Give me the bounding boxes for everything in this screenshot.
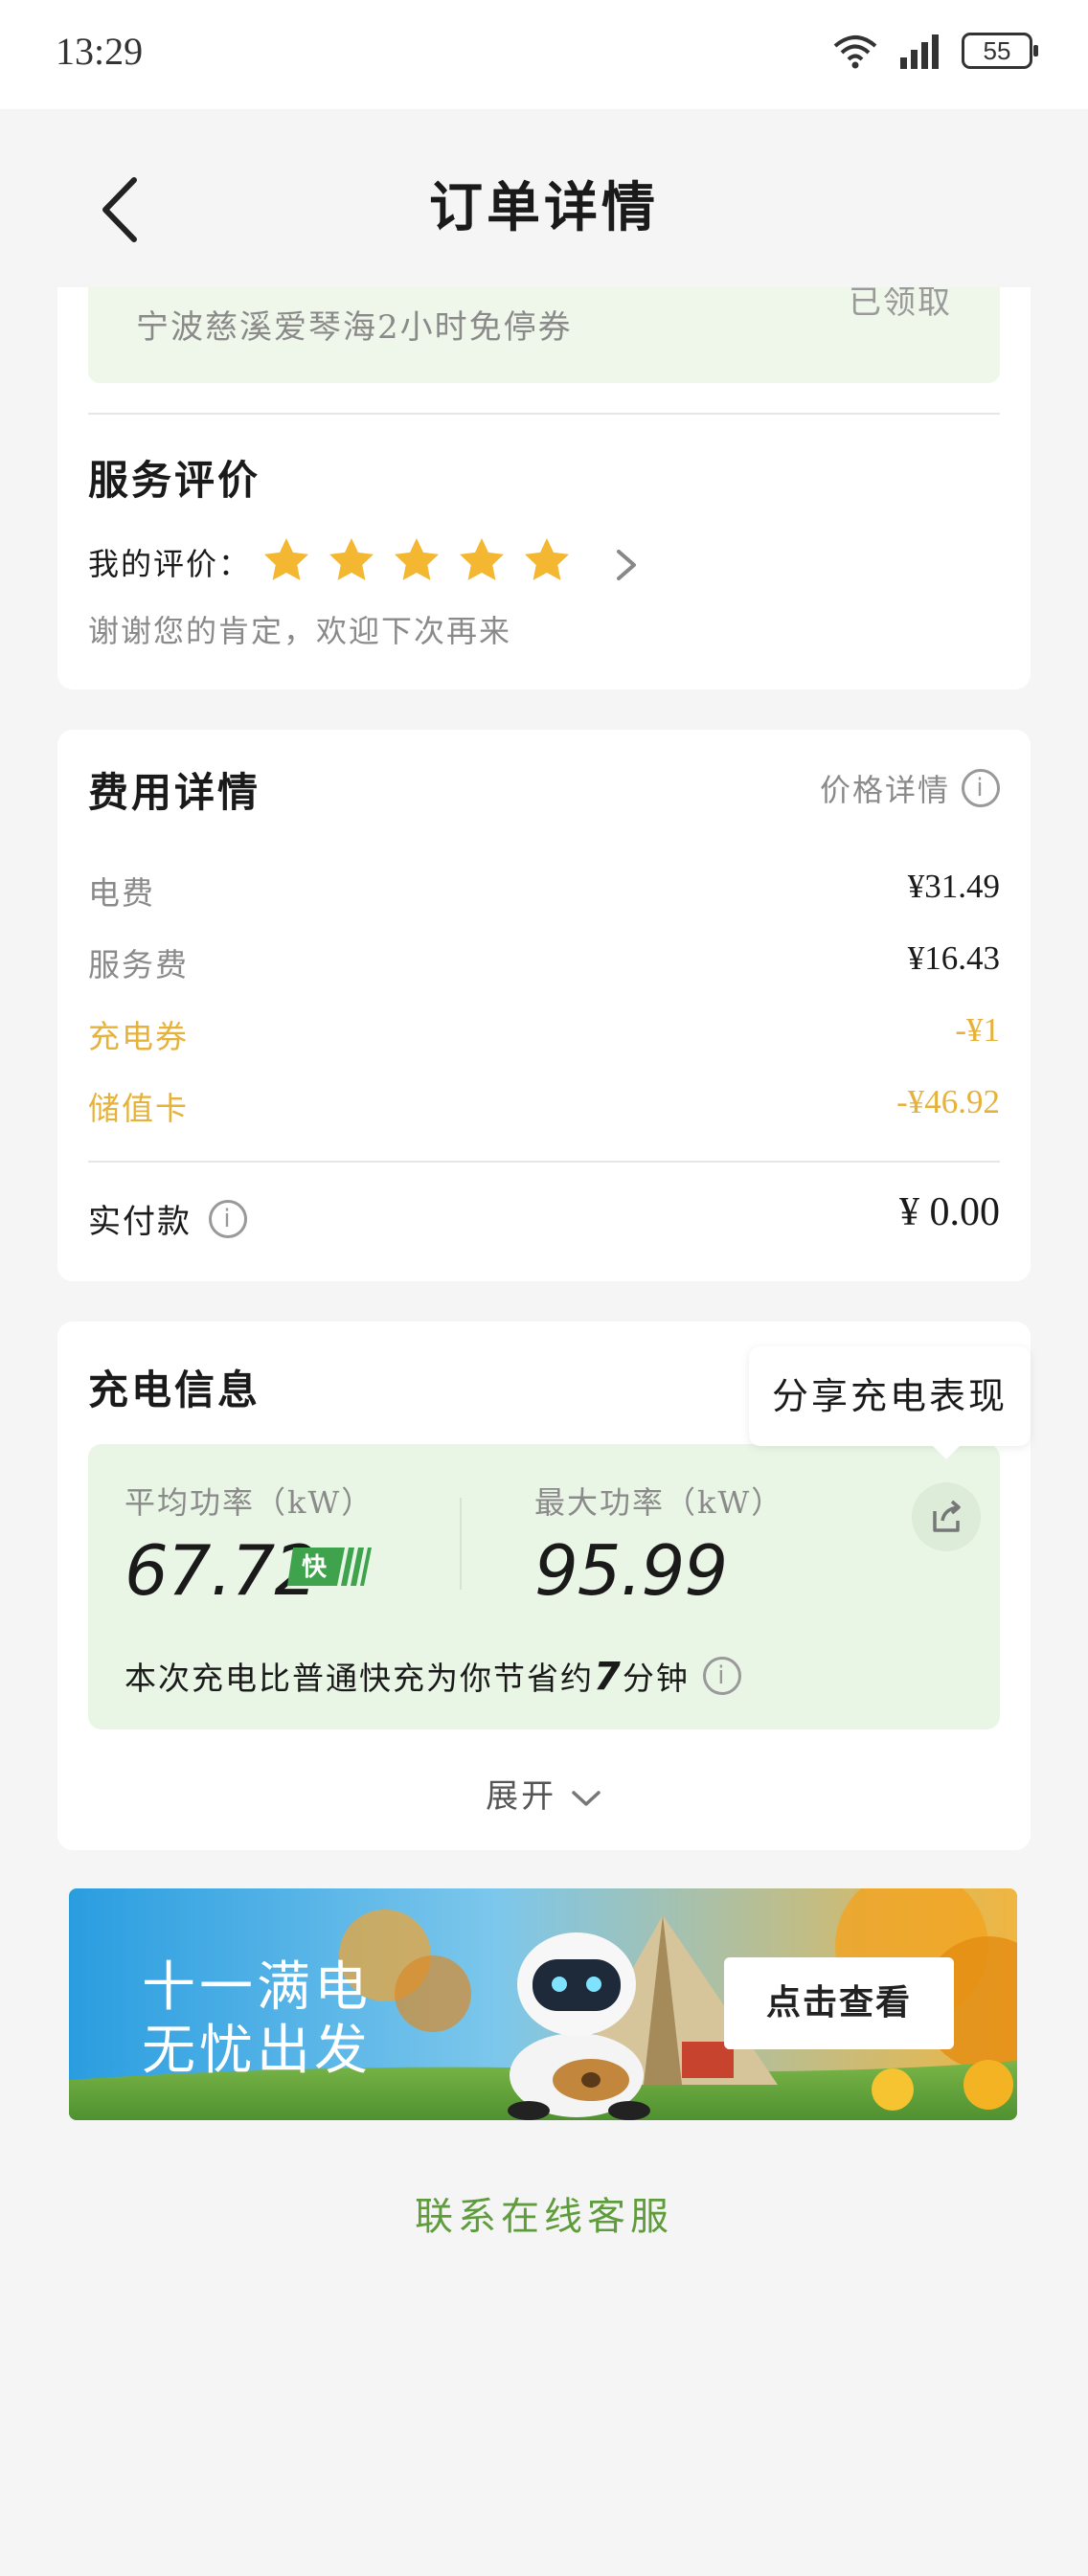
fee-title: 费用详情 bbox=[88, 769, 261, 816]
nav-bar: 订单详情 bbox=[0, 109, 1088, 287]
review-title: 服务评价 bbox=[88, 457, 261, 504]
coupon-status: 已领取 bbox=[849, 287, 952, 322]
max-power-value: 95.99 bbox=[534, 1530, 728, 1611]
star-icon bbox=[525, 538, 569, 580]
share-icon bbox=[933, 1500, 961, 1532]
fee-row: 充电券 -¥1 bbox=[88, 1011, 1000, 1059]
fee-label: 电费 bbox=[88, 874, 155, 912]
charging-stats: 平均功率（kW） 67.72 快 最大功率（kW） 95.99 本次充电比普通快… bbox=[88, 1444, 1000, 1729]
divider bbox=[460, 1498, 462, 1590]
paid-label: 实付款 bbox=[88, 1203, 192, 1241]
coupon-item: 宁波慈溪爱琴海2小时免停券 已领取 bbox=[88, 287, 1000, 383]
divider bbox=[88, 413, 1000, 415]
rating-label: 我的评价： bbox=[88, 546, 252, 582]
paid-label-group: 实付款 i bbox=[88, 1195, 247, 1242]
chevron-right-icon bbox=[617, 550, 636, 580]
saving-suffix: 分钟 bbox=[622, 1660, 690, 1697]
chevron-down-icon bbox=[572, 1791, 601, 1806]
paid-amount: ¥ 0.00 bbox=[899, 1190, 1000, 1234]
status-icons: 55 bbox=[831, 33, 1038, 69]
star-icon bbox=[329, 538, 374, 580]
expand-label: 展开 bbox=[486, 1777, 557, 1816]
battery-icon: 55 bbox=[962, 33, 1038, 69]
fee-value: -¥1 bbox=[955, 1011, 1000, 1049]
info-icon: i bbox=[962, 769, 1000, 807]
fee-card: 费用详情 价格详情 i 电费 ¥31.49 服务费 ¥16.43 充电券 -¥1… bbox=[57, 730, 1031, 1281]
price-detail-link[interactable]: 价格详情 i bbox=[820, 766, 1000, 810]
price-detail-label: 价格详情 bbox=[819, 772, 950, 808]
avg-power-label: 平均功率（kW） bbox=[125, 1484, 374, 1521]
saving-prefix: 本次充电比普通快充为你节省约 bbox=[125, 1660, 594, 1697]
expand-button[interactable]: 展开 bbox=[57, 1770, 1031, 1817]
saving-minutes: 7 bbox=[594, 1655, 623, 1699]
fee-row: 电费 ¥31.49 bbox=[88, 868, 1000, 915]
fast-badge-label: 快 bbox=[302, 1553, 328, 1582]
charging-card: 充电信息 平均功率（kW） 67.72 快 最大功率（kW） 95.99 本次充… bbox=[57, 1322, 1031, 1850]
wifi-icon bbox=[833, 35, 877, 69]
fee-value: -¥46.92 bbox=[896, 1083, 1000, 1120]
rating-message: 谢谢您的肯定，欢迎下次再来 bbox=[88, 613, 512, 649]
status-time: 13:29 bbox=[56, 30, 144, 73]
divider bbox=[88, 1161, 1000, 1163]
rating-arrow-button[interactable] bbox=[609, 544, 644, 586]
star-icon bbox=[264, 538, 308, 580]
share-button[interactable] bbox=[912, 1482, 981, 1551]
saving-text: 本次充电比普通快充为你节省约7分钟 bbox=[125, 1653, 690, 1699]
coupon-name: 宁波慈溪爱琴海2小时免停券 bbox=[136, 308, 573, 347]
info-icon[interactable]: i bbox=[702, 1657, 741, 1695]
fee-label: 充电券 bbox=[88, 1018, 189, 1055]
rating-stars[interactable] bbox=[261, 534, 573, 586]
promo-banner[interactable]: 十一满电 无忧出发 点击查看 bbox=[69, 1888, 1017, 2120]
fee-label: 储值卡 bbox=[88, 1090, 189, 1127]
fee-value: ¥31.49 bbox=[907, 868, 1000, 905]
status-bar: 13:29 55 bbox=[0, 0, 1088, 109]
banner-line2: 无忧出发 bbox=[142, 2020, 372, 2082]
fee-label: 服务费 bbox=[88, 946, 189, 983]
saving-message: 本次充电比普通快充为你节省约7分钟 i bbox=[125, 1653, 741, 1699]
banner-view-button[interactable]: 点击查看 bbox=[724, 1957, 954, 2049]
fee-value: ¥16.43 bbox=[907, 939, 1000, 977]
fee-row: 服务费 ¥16.43 bbox=[88, 939, 1000, 987]
charging-title: 充电信息 bbox=[88, 1367, 261, 1413]
contact-support-link[interactable]: 联系在线客服 bbox=[0, 2185, 1088, 2241]
page-title: 订单详情 bbox=[429, 177, 659, 239]
signal-icon bbox=[900, 34, 939, 69]
info-icon[interactable]: i bbox=[209, 1199, 247, 1238]
star-icon bbox=[460, 538, 504, 580]
star-icon bbox=[395, 538, 439, 580]
share-tooltip[interactable]: 分享充电表现 bbox=[749, 1346, 1031, 1459]
fee-row: 储值卡 -¥46.92 bbox=[88, 1083, 1000, 1131]
max-power-label: 最大功率（kW） bbox=[534, 1484, 784, 1521]
review-card: 宁波慈溪爱琴海2小时免停券 已领取 服务评价 我的评价： 谢谢您的肯定，欢迎下次… bbox=[57, 287, 1031, 689]
fast-charge-badge: 快 bbox=[287, 1548, 372, 1586]
